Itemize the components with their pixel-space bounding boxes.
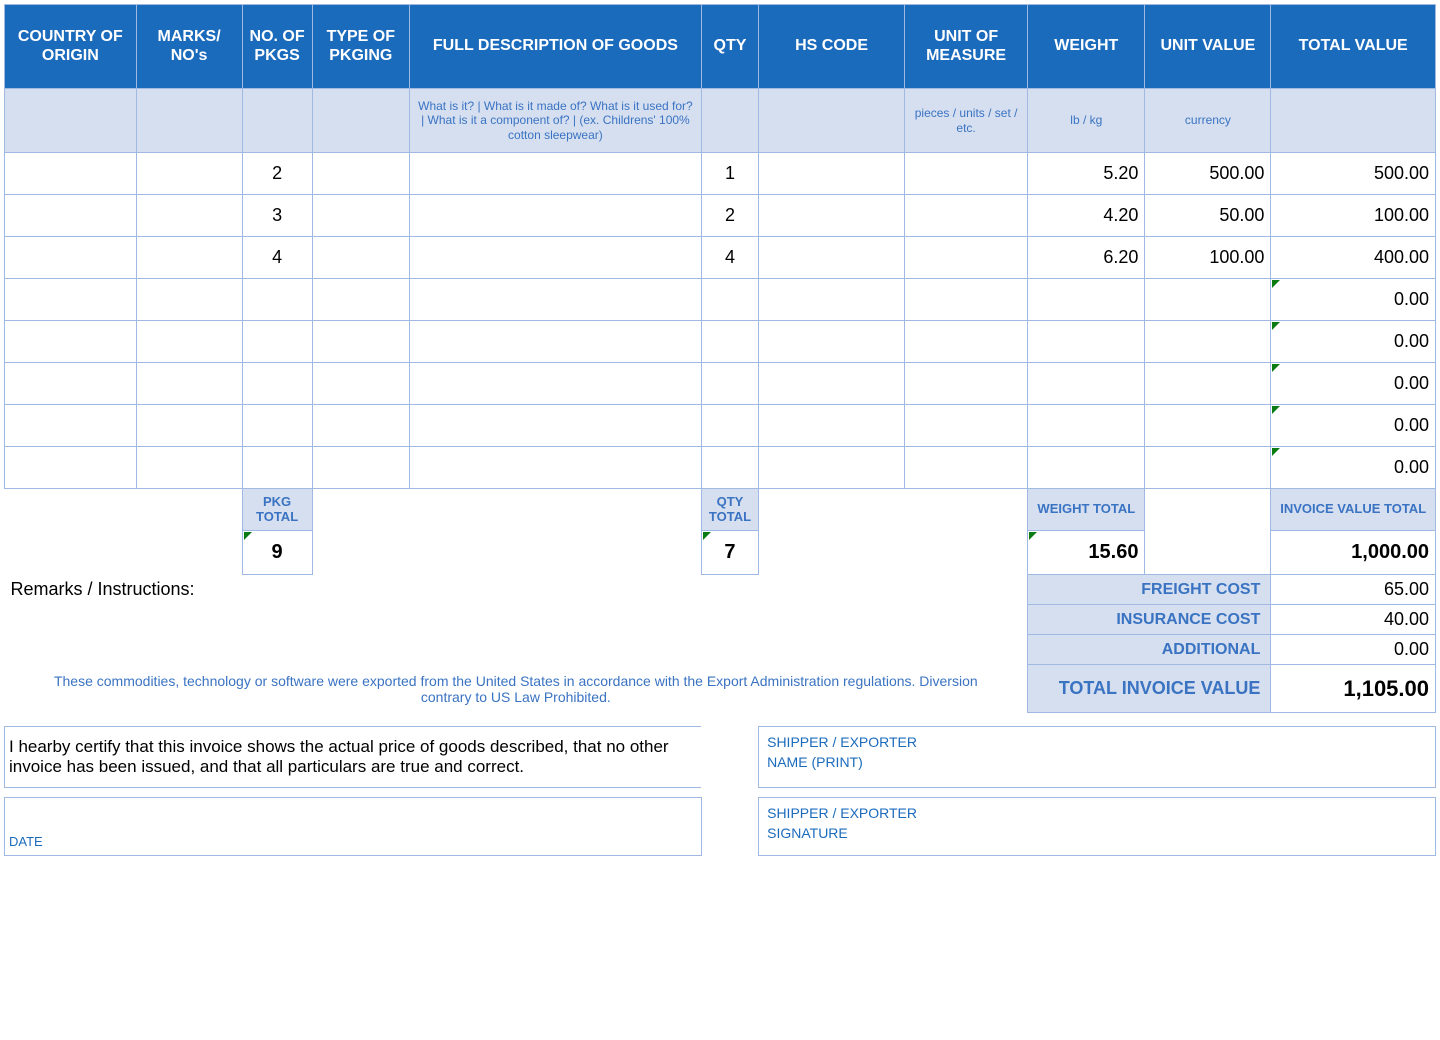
table-row[interactable]: 0.00: [5, 321, 1436, 363]
hint-weight: lb / kg: [1028, 89, 1145, 153]
insurance-label: INSURANCE COST: [1028, 605, 1271, 635]
hint-row: What is it? | What is it made of? What i…: [5, 89, 1436, 153]
subhead-invoice: INVOICE VALUE TOTAL: [1271, 489, 1436, 531]
h-hs: HS CODE: [759, 5, 905, 89]
table-row[interactable]: 0.00: [5, 363, 1436, 405]
additional-value[interactable]: 0.00: [1271, 635, 1436, 665]
freight-label: FREIGHT COST: [1028, 575, 1271, 605]
freight-value[interactable]: 65.00: [1271, 575, 1436, 605]
h-weight: WEIGHT: [1028, 5, 1145, 89]
hint-unitval: currency: [1145, 89, 1271, 153]
table-row[interactable]: 3 2 4.20 50.00 100.00: [5, 195, 1436, 237]
h-uom: UNIT OF MEASURE: [905, 5, 1028, 89]
cell-totalval[interactable]: 500.00: [1271, 153, 1436, 195]
table-row[interactable]: 0.00: [5, 447, 1436, 489]
h-pkging: TYPE OF PKGING: [312, 5, 409, 89]
hint-desc: What is it? | What is it made of? What i…: [409, 89, 701, 153]
shipper-signature-box[interactable]: SHIPPER / EXPORTER SIGNATURE: [759, 798, 1436, 856]
total-weight: 15.60: [1028, 531, 1145, 575]
h-pkgs: NO. OF PKGS: [242, 5, 312, 89]
additional-label: ADDITIONAL: [1028, 635, 1271, 665]
subhead-qty: QTY TOTAL: [701, 489, 758, 531]
total-invoice-value: 1,105.00: [1271, 665, 1436, 713]
h-qty: QTY: [701, 5, 758, 89]
h-marks: MARKS/ NO's: [136, 5, 242, 89]
table-row[interactable]: 4 4 6.20 100.00 400.00: [5, 237, 1436, 279]
export-disclaimer: These commodities, technology or softwar…: [5, 665, 1028, 713]
h-totalval: TOTAL VALUE: [1271, 5, 1436, 89]
h-country: COUNTRY OF ORIGIN: [5, 5, 137, 89]
cell-pkgs[interactable]: 2: [242, 153, 312, 195]
shipper-name-box[interactable]: SHIPPER / EXPORTER NAME (PRINT): [759, 727, 1436, 788]
subhead-weight: WEIGHT TOTAL: [1028, 489, 1145, 531]
total-invoice: 1,000.00: [1271, 531, 1436, 575]
insurance-value[interactable]: 40.00: [1271, 605, 1436, 635]
table-row[interactable]: 2 1 5.20 500.00 500.00: [5, 153, 1436, 195]
h-desc: FULL DESCRIPTION OF GOODS: [409, 5, 701, 89]
subtotal-head-row: PKG TOTAL QTY TOTAL WEIGHT TOTAL INVOICE…: [5, 489, 1436, 531]
remarks-label: Remarks / Instructions:: [5, 575, 1028, 665]
subhead-pkg: PKG TOTAL: [242, 489, 312, 531]
table-row[interactable]: 0.00: [5, 279, 1436, 321]
total-invoice-label: TOTAL INVOICE VALUE: [1028, 665, 1271, 713]
table-row[interactable]: 0.00: [5, 405, 1436, 447]
h-unitval: UNIT VALUE: [1145, 5, 1271, 89]
invoice-table: COUNTRY OF ORIGIN MARKS/ NO's NO. OF PKG…: [4, 4, 1436, 856]
total-pkg: 9: [242, 531, 312, 575]
cell-weight[interactable]: 5.20: [1028, 153, 1145, 195]
cell-qty[interactable]: 1: [701, 153, 758, 195]
total-qty: 7: [701, 531, 758, 575]
hint-uom: pieces / units / set / etc.: [905, 89, 1028, 153]
cell-unitval[interactable]: 500.00: [1145, 153, 1271, 195]
header-row: COUNTRY OF ORIGIN MARKS/ NO's NO. OF PKG…: [5, 5, 1436, 89]
date-box[interactable]: DATE: [5, 798, 702, 856]
certification-text: I hearby certify that this invoice shows…: [5, 727, 702, 788]
